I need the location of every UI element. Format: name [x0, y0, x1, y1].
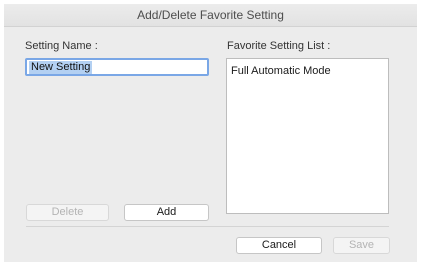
setting-name-label: Setting Name : [25, 40, 98, 52]
divider [26, 226, 389, 227]
setting-name-value: New Setting [29, 61, 93, 74]
favorite-list-label: Favorite Setting List : [227, 40, 331, 52]
cancel-button[interactable]: Cancel [236, 237, 322, 254]
dialog-window: Add/Delete Favorite Setting Setting Name… [0, 0, 421, 266]
list-item[interactable]: Full Automatic Mode [231, 65, 331, 77]
title-bar[interactable]: Add/Delete Favorite Setting [4, 4, 417, 27]
window-title: Add/Delete Favorite Setting [137, 8, 284, 22]
setting-name-input[interactable]: New Setting [25, 58, 209, 76]
dialog-content: Setting Name : Favorite Setting List : N… [4, 27, 417, 262]
save-button[interactable]: Save [333, 237, 390, 254]
delete-button[interactable]: Delete [26, 204, 109, 221]
add-button[interactable]: Add [124, 204, 209, 221]
favorite-setting-list[interactable]: Full Automatic Mode [226, 58, 389, 214]
